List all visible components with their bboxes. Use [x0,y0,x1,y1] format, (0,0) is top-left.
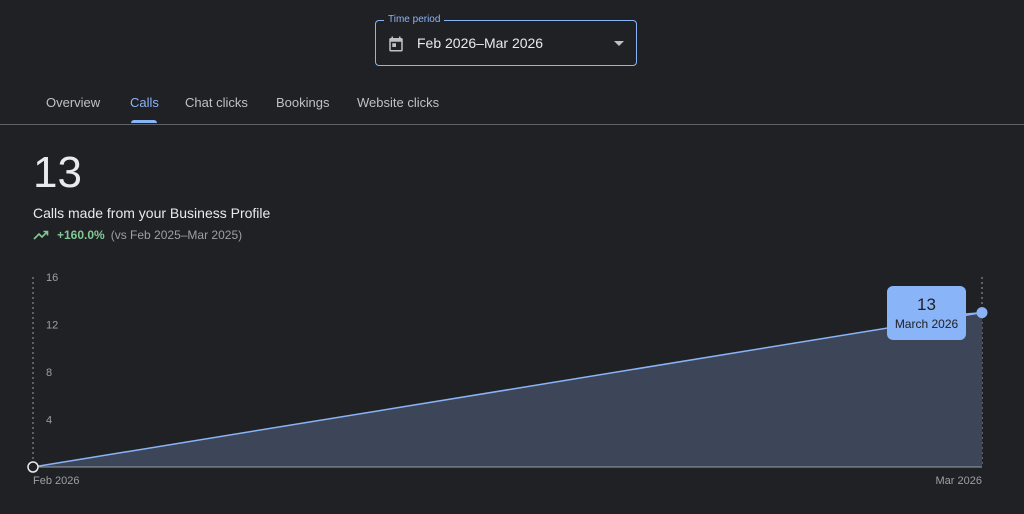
active-tab-indicator [131,120,157,123]
tooltip-label: March 2026 [894,317,959,331]
tab-overview[interactable]: Overview [46,95,100,110]
metric-value: 13 [33,148,82,197]
calls-chart: 4 8 12 16 Feb 2026 Mar 2026 [27,272,988,487]
data-point-start [27,461,39,473]
tab-bookings[interactable]: Bookings [276,95,329,110]
chevron-down-icon[interactable] [614,40,624,48]
tab-website-clicks[interactable]: Website clicks [357,95,439,110]
time-period-select[interactable]: Time period Feb 2026–Mar 2026 [375,13,637,66]
metric-comparison: (vs Feb 2025–Mar 2025) [110,228,243,242]
time-period-label: Time period [384,13,445,27]
tab-calls[interactable]: Calls [130,95,159,110]
y-tick-label: 4 [46,415,52,427]
trending-up-icon [33,230,49,240]
metric-change: +160.0% [57,228,105,242]
x-tick-label: Feb 2026 [33,475,79,487]
y-tick-label: 12 [46,320,58,332]
tab-bar: Overview Calls Chat clicks Bookings Webs… [0,82,1024,125]
calendar-icon [389,36,403,52]
chart-tooltip: 13 March 2026 [887,286,966,340]
tab-chat-clicks[interactable]: Chat clicks [185,95,248,110]
y-tick-label: 8 [46,367,52,379]
metric-title: Calls made from your Business Profile [33,205,271,221]
y-tick-label: 16 [46,272,58,284]
x-tick-label: Mar 2026 [936,475,982,487]
tooltip-value: 13 [917,295,936,314]
time-period-value: Feb 2026–Mar 2026 [417,35,544,51]
metric-trend: +160.0% (vs Feb 2025–Mar 2025) [33,227,242,243]
